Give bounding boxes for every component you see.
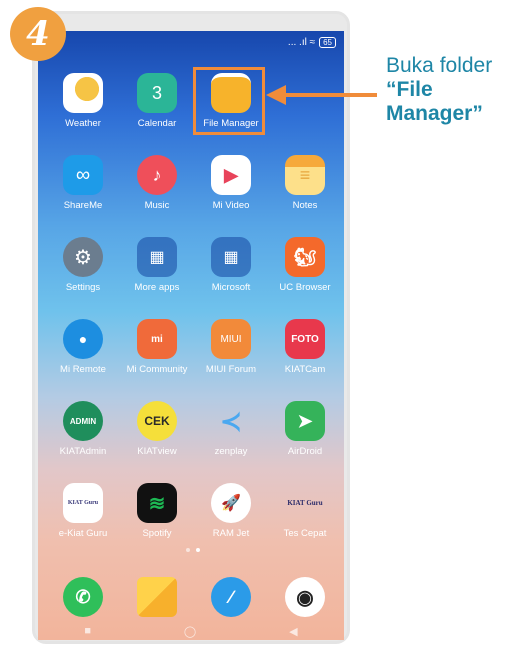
notes-icon: ≡: [285, 155, 325, 195]
kiatadmin-icon: ADMIN: [63, 401, 103, 441]
app-folder-icon: ▦: [211, 237, 251, 277]
battery-icon: 65: [319, 37, 336, 48]
dock-camera[interactable]: ◉: [268, 577, 342, 617]
app-label: Weather: [65, 118, 101, 129]
app-mi-video[interactable]: ▶ Mi Video: [194, 155, 268, 211]
app-label: More apps: [134, 282, 180, 293]
app-weather[interactable]: Weather: [46, 73, 120, 129]
recent-apps-button[interactable]: ■: [84, 625, 91, 637]
step-number-badge: 4: [10, 7, 66, 61]
app-label: zenplay: [214, 446, 248, 457]
kiatcam-icon: FOTO: [285, 319, 325, 359]
miui-forum-icon: MIUI: [211, 319, 251, 359]
app-ram-jet[interactable]: 🚀 RAM Jet: [194, 483, 268, 539]
app-label: Calendar: [137, 118, 177, 129]
home-screen: ... .ıl ≈ 65 Weather 3 Calendar File Man…: [38, 31, 344, 640]
app-airdroid[interactable]: ➤ AirDroid: [268, 401, 342, 457]
app-spotify[interactable]: ≋ Spotify: [120, 483, 194, 539]
page-dot: [186, 548, 190, 552]
app-label: KIATAdmin: [59, 446, 107, 457]
dock-messages[interactable]: [120, 577, 194, 617]
page-dot-active: [196, 548, 200, 552]
browser-icon: ∕: [211, 577, 251, 617]
app-music[interactable]: ♪ Music: [120, 155, 194, 211]
folder-more-apps[interactable]: ▦ More apps: [120, 237, 194, 293]
app-label: ShareMe: [63, 200, 103, 211]
app-kiatview[interactable]: CEK KIATview: [120, 401, 194, 457]
app-folder-icon: ▦: [137, 237, 177, 277]
app-calendar[interactable]: 3 Calendar: [120, 73, 194, 129]
music-icon: ♪: [137, 155, 177, 195]
folder-microsoft[interactable]: ▦ Microsoft: [194, 237, 268, 293]
shareme-icon: ∞: [63, 155, 103, 195]
mi-community-icon: mi: [137, 319, 177, 359]
spotify-icon: ≋: [137, 483, 177, 523]
dock-phone[interactable]: ✆: [46, 577, 120, 617]
app-uc-browser[interactable]: 🐿 UC Browser: [268, 237, 342, 293]
dock-browser[interactable]: ∕: [194, 577, 268, 617]
status-bar: ... .ıl ≈ 65: [288, 37, 336, 48]
caption-line-3: Manager”: [386, 102, 483, 125]
app-label: AirDroid: [287, 446, 323, 457]
app-label: Settings: [65, 282, 101, 293]
app-tes-cepat[interactable]: KIAT Guru Tes Cepat: [268, 483, 342, 539]
arrow-left-icon: [266, 85, 286, 105]
camera-icon: ◉: [285, 577, 325, 617]
app-label: Mi Video: [212, 200, 250, 211]
app-label: Music: [144, 200, 170, 211]
airdroid-icon: ➤: [285, 401, 325, 441]
instruction-caption: Buka folder “File Manager”: [386, 54, 492, 126]
calendar-icon: 3: [137, 73, 177, 113]
app-shareme[interactable]: ∞ ShareMe: [46, 155, 120, 211]
app-mi-remote[interactable]: ● Mi Remote: [46, 319, 120, 375]
signal-wifi-icons: ... .ıl ≈: [287, 37, 316, 48]
app-label: Mi Remote: [60, 364, 106, 375]
navigation-bar: ■ ◯ ◀: [38, 622, 344, 640]
app-label: KIATCam: [284, 364, 326, 375]
app-label: RAM Jet: [212, 528, 250, 539]
phone-icon: ✆: [63, 577, 103, 617]
app-label: e-Kiat Guru: [58, 528, 108, 539]
page-indicator: [186, 548, 200, 552]
app-label: Tes Cepat: [283, 528, 327, 539]
rocket-icon: 🚀: [211, 483, 251, 523]
file-manager-highlight: [193, 67, 265, 135]
app-miui-forum[interactable]: MIUI MIUI Forum: [194, 319, 268, 375]
kiatview-icon: CEK: [137, 401, 177, 441]
messages-icon: [137, 577, 177, 617]
back-button[interactable]: ◀: [289, 625, 297, 638]
mi-video-icon: ▶: [211, 155, 251, 195]
app-label: Spotify: [142, 528, 172, 539]
app-label: UC Browser: [279, 282, 331, 293]
zenplay-icon: ≺: [220, 405, 242, 436]
app-label: KIATview: [137, 446, 177, 457]
app-mi-community[interactable]: mi Mi Community: [120, 319, 194, 375]
caption-line-1: Buka folder: [386, 54, 493, 77]
app-label: Microsoft: [211, 282, 251, 293]
app-label: MIUI Forum: [205, 364, 257, 375]
mi-remote-icon: ●: [63, 319, 103, 359]
app-settings[interactable]: ⚙ Settings: [46, 237, 120, 293]
app-e-kiat-guru[interactable]: KIAT Guru e-Kiat Guru: [46, 483, 120, 539]
app-label: Mi Community: [126, 364, 188, 375]
pointer-arrow-line: [285, 93, 377, 97]
gear-icon: ⚙: [63, 237, 103, 277]
app-label: Notes: [292, 200, 318, 211]
uc-browser-icon: 🐿: [285, 237, 325, 277]
app-kiatadmin[interactable]: ADMIN KIATAdmin: [46, 401, 120, 457]
caption-line-2: “File: [386, 78, 433, 101]
kiat-guru-logo-icon: KIAT Guru: [287, 499, 323, 507]
weather-icon: [63, 73, 103, 113]
kiat-guru-logo-icon: KIAT Guru: [63, 483, 103, 523]
app-zenplay[interactable]: ≺ zenplay: [194, 401, 268, 458]
home-button[interactable]: ◯: [184, 625, 196, 638]
app-notes[interactable]: ≡ Notes: [268, 155, 342, 211]
app-kiatcam[interactable]: FOTO KIATCam: [268, 319, 342, 375]
